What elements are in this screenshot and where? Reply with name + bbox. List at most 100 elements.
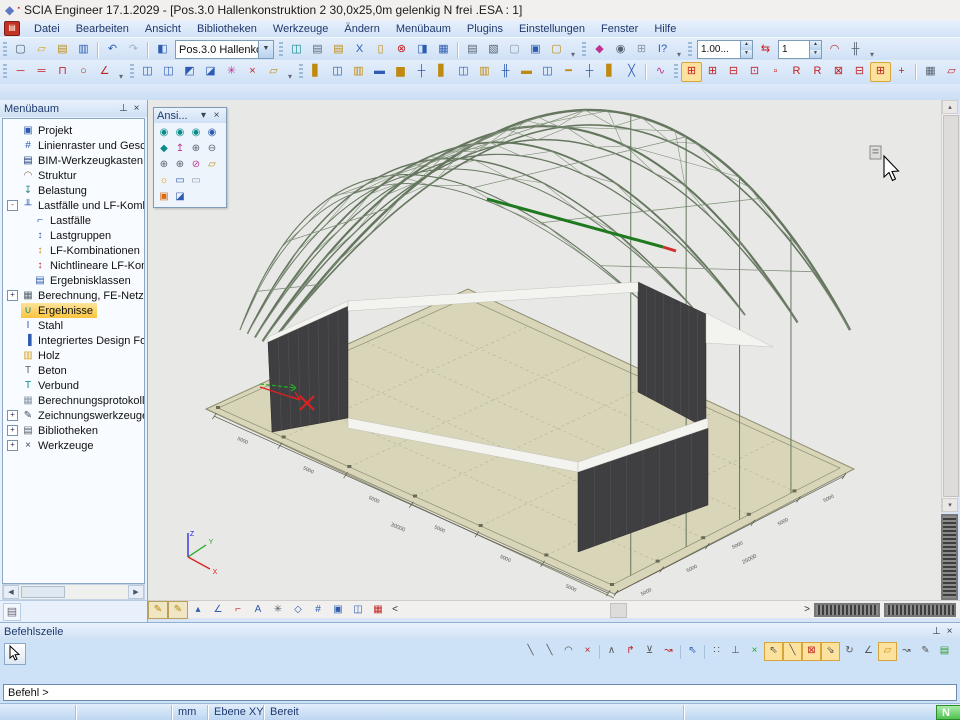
member-tool-icon[interactable]: ▬ — [369, 62, 390, 82]
expand-icon[interactable]: + — [7, 410, 18, 421]
line-icon[interactable]: ─ — [10, 62, 31, 82]
result-display-icon[interactable]: ⊟ — [723, 62, 744, 82]
report-icon[interactable]: ▢ — [546, 40, 567, 60]
toolbar-grip[interactable] — [582, 42, 586, 58]
tree-item-nichtlineare-lf-komb[interactable]: ↕Nichtlineare LF-Komb — [3, 258, 144, 273]
save-icon[interactable]: ▥ — [73, 40, 94, 60]
selection-pointer-button[interactable] — [4, 643, 26, 665]
member-query-icon[interactable]: I? — [652, 40, 673, 60]
snap-rotate-icon[interactable]: ↻ — [840, 642, 859, 661]
member-tool-icon[interactable]: ◫ — [537, 62, 558, 82]
member-tool-icon[interactable]: ━ — [558, 62, 579, 82]
polyline-icon[interactable]: ⊓ — [52, 62, 73, 82]
tree-item-holz[interactable]: ▥Holz — [3, 348, 144, 363]
snap-node-icon[interactable]: ⇖ — [764, 642, 783, 661]
menu-ansicht[interactable]: Ansicht — [137, 22, 189, 36]
toolbar-overflow-button[interactable]: ▾ — [567, 41, 579, 59]
rotate-icon[interactable]: ◪ — [200, 62, 221, 82]
double-line-icon[interactable]: ═ — [31, 62, 52, 82]
project-data-icon[interactable]: ◫ — [286, 40, 307, 60]
pin-icon[interactable]: ⊥ — [117, 102, 130, 115]
zoom-out-icon[interactable]: ⊖ — [204, 141, 220, 157]
scroll-up-icon[interactable]: ▴ — [942, 100, 958, 114]
result-display-icon[interactable]: ⊞ — [870, 62, 891, 82]
clipboard-icon[interactable]: ▯ — [370, 40, 391, 60]
member-tool-icon[interactable]: ┼ — [411, 62, 432, 82]
show-grid-icon[interactable]: # — [308, 601, 328, 619]
result-refresh-icon[interactable]: + — [891, 62, 912, 82]
docked-toolbar-collapsed-1[interactable] — [814, 603, 880, 617]
multicopy-icon[interactable]: ◫ — [158, 62, 179, 82]
menu-einstellungen[interactable]: Einstellungen — [511, 22, 593, 36]
view-axo-icon[interactable]: ◉ — [204, 125, 220, 141]
view-dialog-icon[interactable]: ◫ — [348, 601, 368, 619]
new-icon[interactable]: ▢ — [10, 40, 31, 60]
expand-icon[interactable]: + — [7, 425, 18, 436]
active-document-icon[interactable]: ▤ — [4, 21, 20, 36]
result-display-icon[interactable]: ⊠ — [828, 62, 849, 82]
show-loads-icon[interactable]: ∠ — [208, 601, 228, 619]
show-names-icon[interactable]: A — [248, 601, 268, 619]
member-tool-icon[interactable]: ┼ — [579, 62, 600, 82]
snap-arc-icon[interactable]: ↝ — [659, 642, 678, 661]
save-view-icon[interactable]: ▦ — [920, 62, 941, 82]
snap-intersection-icon[interactable]: × — [578, 642, 597, 661]
result-values-icon[interactable]: ╫ — [845, 40, 866, 60]
expand-icon[interactable]: + — [7, 440, 18, 451]
tree-item-stahl[interactable]: IStahl — [3, 318, 144, 333]
scroll-thumb[interactable] — [21, 586, 65, 598]
tree-item-berechnungsprotokoll[interactable]: ▦Berechnungsprotokoll — [3, 393, 144, 408]
result-display-icon[interactable]: R — [807, 62, 828, 82]
copy-picture-icon[interactable]: ▭ — [188, 173, 204, 189]
snap-edit-icon[interactable]: ✎ — [916, 642, 935, 661]
render-mode2-icon[interactable]: ✎ — [168, 601, 188, 619]
pin-icon[interactable]: ⊥ — [930, 625, 943, 638]
vertical-scrollbar[interactable]: ▴ ▾ — [941, 100, 958, 512]
toolbar-overflow-button[interactable]: ▾ — [673, 41, 685, 59]
result-display-icon[interactable]: ⊡ — [744, 62, 765, 82]
zoom-window-icon[interactable]: ⊕ — [156, 157, 172, 173]
menu-werkzeuge[interactable]: Werkzeuge — [265, 22, 336, 36]
toolbar-overflow-button[interactable]: ▾ — [115, 63, 127, 81]
view-z-icon[interactable]: ◉ — [188, 125, 204, 141]
redo-icon[interactable]: ↷ — [123, 40, 144, 60]
member-tool-icon[interactable]: ▋ — [432, 62, 453, 82]
tree-item-lastf-lle[interactable]: ⌐Lastfälle — [3, 213, 144, 228]
scroll-down-icon[interactable]: ▾ — [942, 498, 958, 512]
tree-item-lf-kombinationen[interactable]: ↕LF-Kombinationen — [3, 243, 144, 258]
member-tool-icon[interactable]: ▋ — [306, 62, 327, 82]
tree-item-struktur[interactable]: ◠Struktur — [3, 168, 144, 183]
snap-cursor-icon[interactable]: ⇖ — [683, 642, 702, 661]
member-tool-icon[interactable]: ▋ — [600, 62, 621, 82]
xml-io-icon[interactable]: X — [349, 40, 370, 60]
expand-icon[interactable]: + — [7, 290, 18, 301]
tree-item-zeichnungswerkzeuge[interactable]: +✎Zeichnungswerkzeuge — [3, 408, 144, 423]
menu-plugins[interactable]: Plugins — [459, 22, 511, 36]
show-model-data-icon[interactable]: ✳ — [268, 601, 288, 619]
menu-bearbeiten[interactable]: Bearbeiten — [68, 22, 137, 36]
view-point-icon[interactable]: ◆ — [156, 141, 172, 157]
menu-bibliotheken[interactable]: Bibliotheken — [189, 22, 265, 36]
snap-edge-icon[interactable]: ╲ — [783, 642, 802, 661]
menu-fenster[interactable]: Fenster — [593, 22, 646, 36]
snap-table-icon[interactable]: ▤ — [935, 642, 954, 661]
scroll-track[interactable] — [19, 585, 128, 599]
clipboard-picture-icon[interactable]: ▣ — [156, 189, 172, 205]
snap-ortho-icon[interactable]: ⊥ — [726, 642, 745, 661]
database-icon[interactable]: ▤ — [328, 40, 349, 60]
snap-trajectory-icon[interactable]: ↝ — [897, 642, 916, 661]
toolbar-overflow-button[interactable]: ▾ — [866, 41, 878, 59]
toolbar-grip[interactable] — [3, 64, 7, 80]
member-tool-icon[interactable]: ▥ — [474, 62, 495, 82]
active-activity-combobox[interactable]: Pos.3.0 Hallenkons▼ — [175, 40, 274, 59]
table-window-icon[interactable]: ◨ — [412, 40, 433, 60]
snap-mode-button[interactable]: N — [936, 705, 960, 720]
count-spinner[interactable]: 1▲▼ — [778, 40, 822, 59]
render-mode-icon[interactable]: ✎ — [148, 601, 168, 619]
graphics-window[interactable]: 5000500050005000500050003000050005000500… — [148, 100, 941, 600]
open-icon[interactable]: ▱ — [31, 40, 52, 60]
toolbar-grip[interactable] — [3, 42, 7, 58]
tree-item-ergebnisse[interactable]: ∪Ergebnisse — [3, 303, 144, 318]
tree-item-integriertes-design-form[interactable]: ▐Integriertes Design Form — [3, 333, 144, 348]
toolbar-grip[interactable] — [299, 64, 303, 80]
